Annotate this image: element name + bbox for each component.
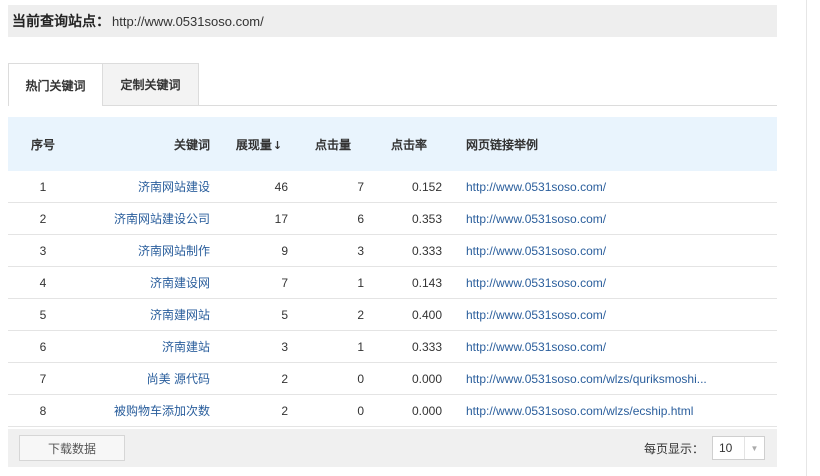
per-page-label: 每页显示： — [643, 441, 704, 456]
header-ctr[interactable]: 点击率 — [364, 136, 442, 153]
table-row: 6 济南建站 3 1 0.333 http://www.0531soso.com… — [8, 331, 777, 363]
keyword-link[interactable]: 济南网站制作 — [138, 244, 210, 258]
per-page-value: 10 — [719, 441, 733, 455]
keyword-link[interactable]: 尚美 源代码 — [147, 372, 210, 386]
header-index: 序号 — [30, 137, 55, 152]
table-row: 8 被购物车添加次数 2 0 0.000 http://www.0531soso… — [8, 395, 777, 427]
table-header: 序号 关键词 展现量↓ 点击量 点击率 网页链接举例 — [8, 117, 777, 171]
table-row: 4 济南建设网 7 1 0.143 http://www.0531soso.co… — [8, 267, 777, 299]
row-impressions: 46 — [274, 179, 288, 194]
row-clicks: 0 — [357, 403, 364, 418]
table-row: 1 济南网站建设 46 7 0.152 http://www.0531soso.… — [8, 171, 777, 203]
query-site-bar: 当前查询站点： http://www.0531soso.com/ — [8, 5, 777, 37]
row-index: 3 — [39, 243, 47, 258]
header-keyword: 关键词 — [173, 137, 210, 152]
keyword-table: 序号 关键词 展现量↓ 点击量 点击率 网页链接举例 1 济南网站建设 46 7… — [8, 117, 777, 427]
page-divider — [806, 0, 807, 476]
row-ctr: 0.000 — [411, 371, 442, 386]
row-ctr: 0.152 — [411, 179, 442, 194]
row-clicks: 1 — [357, 275, 364, 290]
table-row: 2 济南网站建设公司 17 6 0.353 http://www.0531sos… — [8, 203, 777, 235]
url-link[interactable]: http://www.0531soso.com/ — [466, 244, 606, 258]
row-ctr: 0.333 — [411, 339, 442, 354]
row-impressions: 2 — [281, 371, 288, 386]
chevron-down-icon: ▼ — [744, 437, 764, 459]
tab-custom-keywords[interactable]: 定制关键词 — [103, 63, 199, 106]
row-index: 5 — [39, 307, 47, 322]
url-link[interactable]: http://www.0531soso.com/ — [466, 340, 606, 354]
keyword-link[interactable]: 济南建网站 — [150, 308, 210, 322]
table-row: 3 济南网站制作 9 3 0.333 http://www.0531soso.c… — [8, 235, 777, 267]
keyword-link[interactable]: 济南网站建设公司 — [114, 212, 210, 226]
row-index: 6 — [39, 339, 47, 354]
keyword-tabs: 热门关键词 定制关键词 — [8, 63, 199, 106]
row-impressions: 5 — [281, 307, 288, 322]
table-row: 5 济南建网站 5 2 0.400 http://www.0531soso.co… — [8, 299, 777, 331]
row-impressions: 2 — [281, 403, 288, 418]
row-impressions: 3 — [281, 339, 288, 354]
keyword-link[interactable]: 济南网站建设 — [138, 180, 210, 194]
page-size-control: 每页显示： 10 ▼ — [644, 436, 765, 460]
row-index: 2 — [39, 211, 47, 226]
keyword-link[interactable]: 济南建站 — [162, 340, 210, 354]
row-clicks: 0 — [357, 371, 364, 386]
url-link[interactable]: http://www.0531soso.com/ — [466, 212, 606, 226]
row-clicks: 1 — [357, 339, 364, 354]
per-page-select[interactable]: 10 ▼ — [712, 436, 765, 460]
row-index: 4 — [39, 275, 47, 290]
query-site-label: 当前查询站点： — [12, 14, 110, 30]
sort-down-icon: ↓ — [272, 138, 283, 152]
row-clicks: 2 — [357, 307, 364, 322]
row-clicks: 6 — [357, 211, 364, 226]
header-clicks[interactable]: 点击量 — [288, 136, 364, 153]
row-impressions: 7 — [281, 275, 288, 290]
url-link[interactable]: http://www.0531soso.com/ — [466, 276, 606, 290]
table-footer: 下载数据 每页显示： 10 ▼ — [8, 429, 777, 467]
row-ctr: 0.143 — [411, 275, 442, 290]
row-impressions: 9 — [281, 243, 288, 258]
table-row: 7 尚美 源代码 2 0 0.000 http://www.0531soso.c… — [8, 363, 777, 395]
row-index: 7 — [39, 371, 47, 386]
header-url: 网页链接举例 — [466, 137, 539, 152]
row-ctr: 0.353 — [411, 211, 442, 226]
query-site-url: http://www.0531soso.com/ — [112, 13, 264, 29]
header-impressions-label: 展现量 — [235, 137, 272, 152]
tab-hot-keywords[interactable]: 热门关键词 — [8, 63, 103, 106]
url-link[interactable]: http://www.0531soso.com/ — [466, 308, 606, 322]
keyword-link[interactable]: 济南建设网 — [150, 276, 210, 290]
download-data-button[interactable]: 下载数据 — [19, 435, 125, 461]
url-link[interactable]: http://www.0531soso.com/ — [466, 180, 606, 194]
row-clicks: 3 — [357, 243, 364, 258]
row-index: 1 — [39, 179, 47, 194]
row-ctr: 0.000 — [411, 403, 442, 418]
row-ctr: 0.333 — [411, 243, 442, 258]
row-ctr: 0.400 — [411, 307, 442, 322]
keyword-link[interactable]: 被购物车添加次数 — [114, 404, 210, 418]
tabs-underline — [103, 105, 777, 106]
url-link[interactable]: http://www.0531soso.com/wlzs/quriksmoshi… — [466, 372, 707, 386]
row-clicks: 7 — [357, 179, 364, 194]
header-impressions[interactable]: 展现量↓ — [210, 136, 288, 153]
row-impressions: 17 — [274, 211, 288, 226]
url-link[interactable]: http://www.0531soso.com/wlzs/ecship.html — [466, 404, 693, 418]
row-index: 8 — [39, 403, 47, 418]
